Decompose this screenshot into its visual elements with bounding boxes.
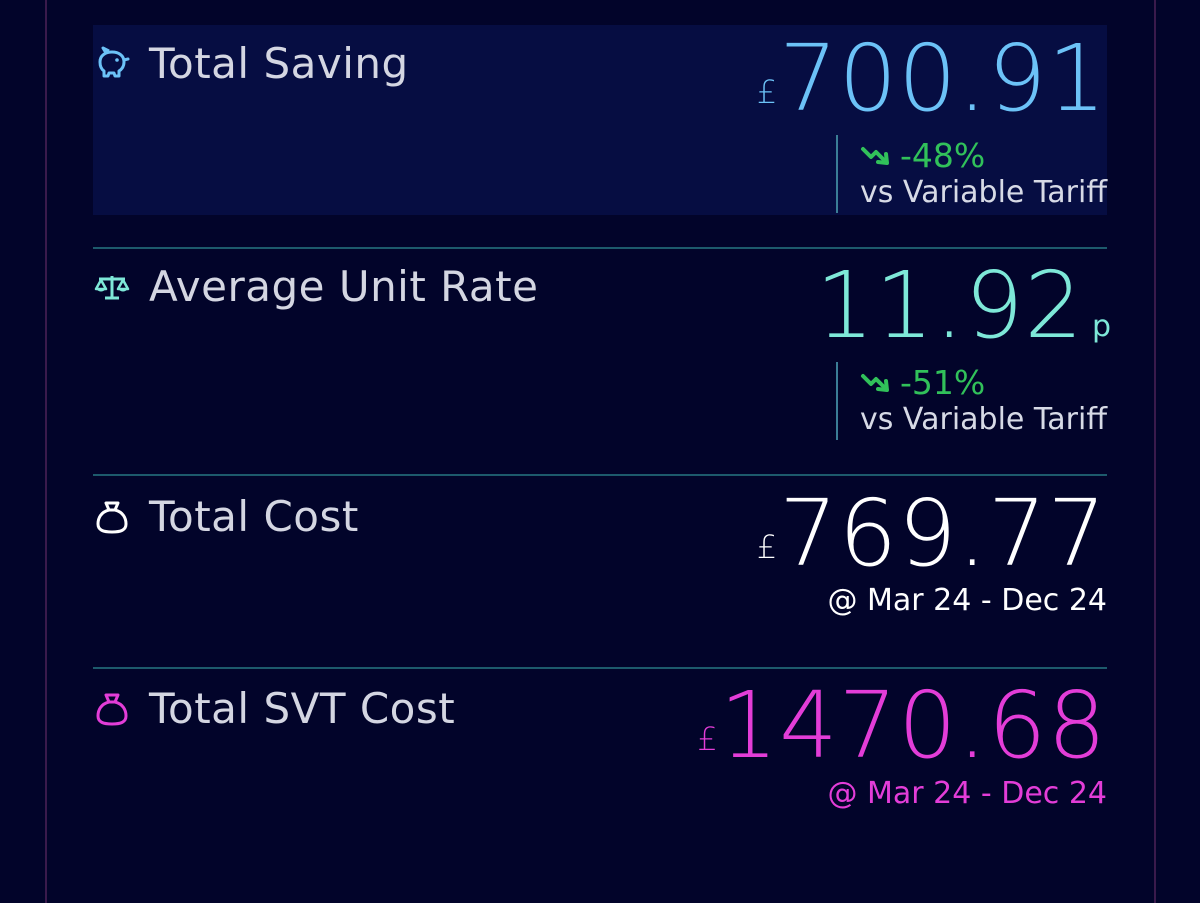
total-saving-delta-value: -48% [899,135,986,175]
energy-summary-screen: Total Saving £ 700.91 -48% vs Variable T… [0,0,1200,903]
frame-border-left [45,0,47,903]
piggy-bank-icon [93,45,131,83]
total-saving-value: £ 700.91 [757,33,1107,125]
total-saving-comparison: -48% vs Variable Tariff [835,135,1107,213]
average-unit-rate-value: 11.92 p [816,260,1111,352]
total-svt-cost-amount: 1470.68 [719,672,1107,779]
section-divider [93,247,1107,249]
average-unit-rate-delta-label: vs Variable Tariff [859,402,1107,437]
scales-icon [93,268,131,306]
section-divider [93,474,1107,476]
total-svt-cost-card[interactable]: Total SVT Cost £ 1470.68 @ Mar 24 - Dec … [93,670,1107,830]
section-divider [93,667,1107,669]
frame-border-right [1154,0,1156,903]
total-saving-delta-label: vs Variable Tariff [859,175,1107,210]
money-bag-icon [93,690,131,728]
total-saving-delta: -48% [860,135,1107,175]
average-unit-rate-amount: 11.92 [815,252,1084,359]
total-cost-card[interactable]: Total Cost £ 769.77 @ Mar 24 - Dec 24 [93,478,1107,668]
total-cost-header: Total Cost [93,492,359,541]
average-unit-rate-unit: p [1091,309,1111,344]
average-unit-rate-label: Average Unit Rate [149,262,539,311]
total-saving-header: Total Saving [93,39,409,88]
total-cost-amount: 769.77 [779,480,1107,587]
total-cost-value: £ 769.77 [757,488,1107,580]
total-svt-cost-label: Total SVT Cost [149,684,456,733]
money-bag-icon [93,498,131,536]
total-saving-currency: £ [756,73,778,111]
average-unit-rate-card[interactable]: Average Unit Rate 11.92 p -51% vs Variab… [93,250,1111,475]
total-saving-card[interactable]: Total Saving £ 700.91 -48% vs Variable T… [93,25,1107,215]
trend-down-icon [860,374,889,392]
average-unit-rate-delta-value: -51% [899,362,986,402]
average-unit-rate-header: Average Unit Rate [93,262,538,311]
average-unit-rate-delta: -51% [860,362,1107,402]
total-saving-label: Total Saving [149,39,409,88]
total-cost-label: Total Cost [149,492,359,541]
total-saving-amount: 700.91 [779,25,1107,132]
trend-down-icon [860,147,889,165]
total-cost-currency: £ [756,528,778,566]
total-cost-period: @ Mar 24 - Dec 24 [827,583,1107,618]
total-svt-cost-header: Total SVT Cost [93,684,455,733]
total-svt-cost-period: @ Mar 24 - Dec 24 [827,776,1107,811]
average-unit-rate-comparison: -51% vs Variable Tariff [835,362,1107,440]
total-svt-cost-currency: £ [697,720,718,758]
total-svt-cost-value: £ 1470.68 [697,680,1107,772]
